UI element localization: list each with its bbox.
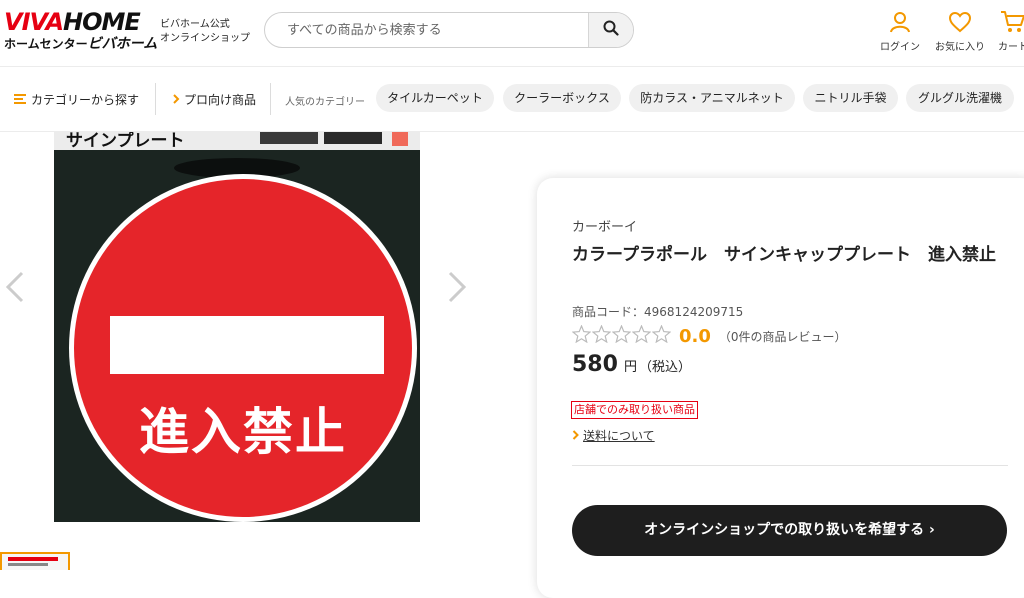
sign-bar — [110, 316, 384, 374]
star-rating — [571, 324, 672, 347]
star-icon — [591, 324, 612, 347]
sign-text: 進入禁止 — [139, 403, 347, 461]
divider — [270, 83, 271, 115]
popular-categories-label: 人気のカテゴリー — [285, 97, 365, 108]
star-icon — [651, 324, 672, 347]
tax-label: （税込） — [638, 360, 691, 375]
search-input[interactable] — [265, 13, 585, 47]
favorites-label: お気に入り — [935, 42, 985, 53]
star-icon — [631, 324, 652, 347]
star-icon — [571, 324, 592, 347]
cart-label: カート — [998, 42, 1024, 53]
cart-button[interactable]: カート — [988, 10, 1024, 53]
login-label: ログイン — [880, 42, 920, 53]
price-value: 580 — [572, 352, 618, 377]
product-image: サインプレート 進入禁止 — [54, 132, 420, 522]
divider — [155, 83, 156, 115]
store-only-badge: 店舗でのみ取り扱い商品 — [571, 401, 698, 419]
package-thumbnail — [392, 132, 408, 146]
category-chip[interactable]: 防カラス・アニマルネット — [629, 84, 795, 112]
cart-icon — [988, 10, 1024, 34]
pro-products-link[interactable]: プロ向け商品 — [172, 91, 256, 108]
search-box — [264, 12, 634, 48]
divider — [572, 465, 1008, 466]
login-button[interactable]: ログイン — [870, 10, 930, 53]
product-code: 商品コード：4968124209715 — [572, 305, 744, 319]
search-icon — [603, 20, 619, 40]
chevron-right-icon — [442, 271, 472, 311]
chevron-right-icon — [572, 429, 579, 443]
next-image-button[interactable] — [442, 267, 472, 307]
price-unit: 円 — [623, 360, 637, 375]
category-chip[interactable]: クーラーボックス — [503, 84, 621, 112]
favorites-button[interactable]: お気に入り — [930, 10, 990, 53]
shipping-info[interactable]: 送料について — [572, 427, 655, 444]
review-count: （0件の商品レビュー） — [718, 329, 847, 344]
logo-subtitle: ホームセンタービバホーム — [4, 36, 158, 52]
prev-image-button[interactable] — [0, 267, 30, 307]
thumbnail-graphic — [8, 563, 48, 566]
package-thumbnail — [260, 132, 318, 144]
official-shop-label: ビバホーム公式 オンラインショップ — [160, 19, 250, 44]
logo-wordmark: VIVAHOME — [4, 8, 141, 36]
category-menu-label: カテゴリーから探す — [31, 93, 140, 107]
pro-products-label: プロ向け商品 — [184, 93, 257, 107]
category-chip[interactable]: タイルカーペット — [376, 84, 494, 112]
category-bar: カテゴリーから探す プロ向け商品 人気のカテゴリー タイルカーペット クーラーボ… — [0, 67, 1024, 132]
package-header: サインプレート — [54, 132, 420, 151]
site-logo[interactable]: VIVAHOME ホームセンタービバホーム — [4, 8, 157, 54]
product-brand[interactable]: カーボーイ — [572, 216, 637, 235]
request-online-sale-button[interactable]: オンラインショップでの取り扱いを希望する › — [572, 505, 1007, 556]
chevron-right-icon — [172, 93, 184, 107]
product-title: カラープラポール サインキャッププレート 進入禁止 — [572, 245, 996, 265]
menu-icon — [14, 93, 31, 107]
product-price: 580 円 （税込） — [572, 352, 691, 377]
product-rating[interactable]: 0.0 （0件の商品レビュー） — [571, 324, 847, 347]
category-chip[interactable]: ニトリル手袋 — [803, 84, 898, 112]
package-thumbnail — [324, 132, 382, 144]
rating-score: 0.0 — [679, 325, 711, 347]
heart-icon — [930, 10, 990, 34]
user-icon — [870, 10, 930, 34]
category-chip[interactable]: グルグル洗濯機 — [906, 84, 1014, 112]
chevron-left-icon — [0, 271, 30, 311]
package-caption: サインプレート — [66, 132, 185, 151]
thumbnail-graphic — [8, 557, 58, 561]
shipping-link[interactable]: 送料について — [583, 427, 655, 444]
star-icon — [611, 324, 632, 347]
site-header: VIVAHOME ホームセンタービバホーム ビバホーム公式 オンラインショップ … — [0, 0, 1024, 67]
product-info-card: カーボーイ カラープラポール サインキャッププレート 進入禁止 商品コード：49… — [537, 178, 1024, 598]
image-thumbnail[interactable] — [0, 552, 70, 570]
product-gallery: サインプレート 進入禁止 — [0, 132, 520, 570]
category-menu-button[interactable]: カテゴリーから探す — [14, 91, 139, 108]
search-button[interactable] — [588, 13, 633, 47]
